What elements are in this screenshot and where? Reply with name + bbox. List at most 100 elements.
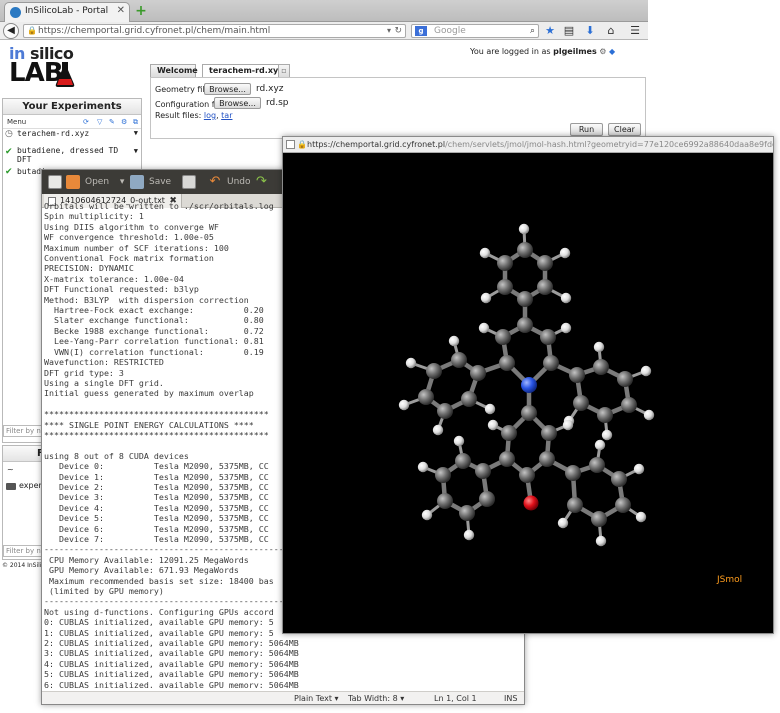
google-g-icon: g: [415, 26, 427, 36]
print-icon[interactable]: [182, 174, 201, 190]
search-icon[interactable]: ⌕: [530, 25, 535, 37]
geometry-browse-button[interactable]: Browse...: [204, 83, 251, 95]
hydrogen-atom: [463, 529, 475, 541]
carbon-atom: [621, 397, 637, 413]
hydrogen-atom: [453, 435, 465, 447]
hydrogen-atom: [484, 403, 496, 415]
hydrogen-atom: [562, 419, 574, 431]
carbon-atom: [497, 255, 513, 271]
hydrogen-atom: [594, 439, 606, 451]
result-tar-link[interactable]: tar: [221, 111, 232, 120]
chevron-down-icon[interactable]: ▾: [120, 177, 125, 187]
carbon-atom: [569, 367, 585, 383]
popup-url-bar[interactable]: 🔒 https://chemportal.grid.cyfronet.pl/ch…: [283, 137, 773, 153]
chevron-down-icon[interactable]: ▾: [387, 25, 391, 37]
carbon-atom: [567, 497, 583, 513]
hydrogen-atom: [405, 357, 417, 369]
hydrogen-atom: [557, 517, 569, 529]
new-document-icon[interactable]: [48, 174, 67, 190]
carbon-atom: [426, 363, 442, 379]
open-button[interactable]: Open ▾: [66, 174, 124, 190]
tab-width-selector[interactable]: Tab Width: 8 ▾: [348, 692, 404, 704]
syntax-selector[interactable]: Plain Text ▾: [294, 692, 339, 704]
nitrogen-atom: [521, 377, 537, 393]
chevron-down-icon[interactable]: ▼: [134, 129, 138, 137]
download-icon[interactable]: ⬇: [583, 24, 597, 38]
experiment-item[interactable]: ✔ butadiene, dressed TD DFT ▼: [3, 145, 141, 167]
carbon-atom: [517, 291, 533, 307]
favicon-icon: [10, 7, 21, 18]
filter-icon[interactable]: ▽: [97, 115, 102, 129]
hydrogen-atom: [593, 341, 605, 353]
close-tab-icon[interactable]: ▫: [278, 64, 290, 77]
home-icon[interactable]: ⌂: [604, 24, 618, 38]
search-input[interactable]: g Google ⌕: [411, 24, 539, 38]
run-button[interactable]: Run: [570, 123, 603, 136]
new-tab-icon[interactable]: +: [134, 4, 148, 18]
carbon-atom: [540, 329, 556, 345]
carbon-atom: [501, 425, 517, 441]
chevron-down-icon[interactable]: ▼: [134, 147, 138, 156]
experiments-panel-title: Your Experiments: [3, 99, 141, 115]
carbon-atom: [539, 451, 555, 467]
carbon-atom: [537, 255, 553, 271]
experiments-filter-input[interactable]: Filter by na: [3, 425, 43, 437]
carbon-atom: [475, 463, 491, 479]
tab-welcome[interactable]: Welcome: [150, 64, 198, 77]
carbon-atom: [499, 355, 515, 371]
hydrogen-atom: [560, 322, 572, 334]
hydrogen-atom: [478, 322, 490, 334]
carbon-atom: [543, 355, 559, 371]
hydrogen-atom: [480, 292, 492, 304]
user-icon[interactable]: ⚙: [599, 47, 606, 56]
experiment-form: Geometry file: Browse... rd.xyz Configur…: [150, 77, 646, 139]
carbon-atom: [497, 279, 513, 295]
refresh-icon[interactable]: ⟳: [83, 115, 89, 129]
carbon-atom: [455, 453, 471, 469]
hydrogen-atom: [560, 292, 572, 304]
experiment-item[interactable]: ◷ terachem-rd.xyz ▼: [3, 129, 141, 145]
save-icon: [130, 174, 144, 189]
hydrogen-atom: [432, 424, 444, 436]
clear-button[interactable]: Clear: [608, 123, 641, 136]
carbon-atom: [521, 405, 537, 421]
edit-icon[interactable]: ✎: [109, 115, 115, 129]
redo-icon[interactable]: ↷: [256, 174, 267, 190]
browser-tab[interactable]: InSilicoLab - Portal ✕: [4, 2, 130, 22]
reload-icon[interactable]: ↻: [394, 25, 402, 37]
carbon-atom: [461, 391, 477, 407]
carbon-atom: [615, 497, 631, 513]
geometry-file-value: rd.xyz: [256, 84, 284, 94]
close-icon[interactable]: ✕: [117, 5, 125, 16]
result-log-link[interactable]: log: [204, 111, 216, 120]
hydrogen-atom: [633, 463, 645, 475]
menu-icon[interactable]: ☰: [628, 24, 642, 38]
jsmol-popup-window: 🔒 https://chemportal.grid.cyfronet.pl/ch…: [282, 136, 774, 634]
save-button[interactable]: Save: [130, 174, 171, 190]
files-filter-input[interactable]: Filter by na: [3, 545, 43, 557]
experiments-menu[interactable]: Menu ⟳ ▽ ✎ ⚙ ⧉: [3, 115, 141, 129]
carbon-atom: [573, 395, 589, 411]
carbon-atom: [617, 371, 633, 387]
bookmarks-list-icon[interactable]: ▤: [562, 24, 576, 38]
undo-button[interactable]: ↶ Undo: [208, 174, 251, 190]
editor-line: 2: CUBLAS initialized, available GPU mem…: [44, 638, 299, 649]
url-bar[interactable]: 🔒 https://chemportal.grid.cyfronet.pl/ch…: [23, 24, 406, 38]
folder-icon: [6, 483, 16, 490]
new-window-icon[interactable]: ⧉: [133, 115, 138, 129]
hydrogen-atom: [479, 247, 491, 259]
undo-icon: ↶: [209, 173, 221, 189]
hydrogen-atom: [643, 409, 655, 421]
back-icon[interactable]: ◀: [3, 23, 19, 39]
bookmark-icon[interactable]: ◆: [609, 47, 615, 56]
tab-terachem[interactable]: terachem-rd.xyz: [202, 64, 288, 77]
configuration-browse-button[interactable]: Browse...: [214, 97, 261, 109]
username: plgeilmes: [553, 47, 597, 56]
carbon-atom: [589, 457, 605, 473]
jsmol-molecule-viewer[interactable]: [283, 153, 773, 633]
folder-open-icon: [66, 174, 80, 189]
browser-tab-bar: InSilicoLab - Portal ✕ +: [0, 0, 648, 22]
settings-icon[interactable]: ⚙: [121, 115, 127, 129]
carbon-atom: [597, 407, 613, 423]
bookmark-star-icon[interactable]: ★: [543, 24, 557, 38]
